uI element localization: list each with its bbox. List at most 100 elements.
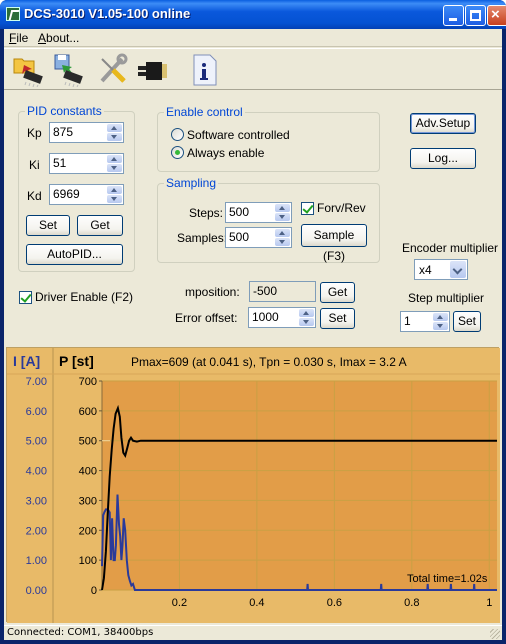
serial-connector-icon [138, 62, 167, 80]
spin-up-icon[interactable] [299, 309, 314, 317]
pid-set-button[interactable]: Set [26, 215, 70, 236]
forvrev-label[interactable]: Forv/Rev [317, 201, 366, 215]
menu-about-accel: A [38, 31, 47, 45]
ki-spinner[interactable] [107, 155, 122, 172]
ki-label: Ki [29, 158, 40, 172]
kp-label: Kp [27, 126, 42, 140]
steps-input[interactable]: 500 [225, 202, 292, 223]
spin-up-icon[interactable] [433, 313, 448, 321]
kp-spinner[interactable] [107, 124, 122, 141]
connect-button[interactable] [136, 53, 170, 87]
info-button[interactable] [188, 53, 222, 87]
adv-setup-button[interactable]: Adv.Setup [410, 113, 476, 134]
error-offset-spinner[interactable] [299, 309, 314, 326]
error-offset-set-button[interactable]: Set [320, 308, 355, 329]
pid-get-button[interactable]: Get [77, 215, 123, 236]
step-multiplier-label: Step multiplier [408, 291, 485, 305]
driver-enable-checkbox[interactable] [19, 291, 32, 304]
i-tick-label: 7.00 [26, 376, 47, 388]
spin-up-icon[interactable] [275, 229, 290, 237]
i-tick-label: 2.00 [26, 525, 47, 537]
client-area: File About... PID constants Kp 875 Ki 51… [4, 29, 502, 640]
menu-about[interactable]: About... [38, 31, 79, 45]
i-tick-label: 6.00 [26, 406, 47, 418]
step-multiplier-value: 1 [404, 314, 411, 328]
maximize-icon [470, 10, 481, 21]
step-multiplier-spinner[interactable] [433, 313, 448, 330]
response-chart: I [A] P [st] Pmax=609 (at 0.041 s), Tpn … [6, 347, 500, 623]
resize-grip[interactable] [490, 629, 500, 639]
status-bar: Connected: COM1, 38400bps [4, 625, 502, 640]
step-multiplier-input[interactable]: 1 [400, 311, 450, 332]
mposition-field: -500 [249, 281, 316, 302]
sampling-legend: Sampling [166, 176, 217, 190]
samples-input[interactable]: 500 [225, 227, 292, 248]
sample-button[interactable]: Sample (F3) [301, 224, 367, 263]
connection-status: Connected: COM1, 38400bps [7, 627, 154, 638]
kd-input[interactable]: 6969 [49, 184, 124, 205]
x-tick-label: 0.8 [404, 597, 419, 609]
p-tick-label: 0 [91, 585, 97, 597]
app-window: DCS-3010 V1.05-100 online × File About..… [0, 0, 506, 644]
app-icon [6, 7, 20, 21]
p-tick-label: 700 [79, 376, 97, 388]
steps-spinner[interactable] [275, 204, 290, 221]
steps-value: 500 [229, 205, 250, 219]
ki-input[interactable]: 51 [49, 153, 124, 174]
p-tick-label: 100 [79, 555, 97, 567]
step-multiplier-set-button[interactable]: Set [453, 311, 481, 332]
minimize-icon [449, 18, 457, 21]
always-enable-radio[interactable] [171, 146, 184, 159]
error-offset-input[interactable]: 1000 [248, 307, 316, 328]
spin-up-icon[interactable] [275, 204, 290, 212]
kp-value: 875 [53, 125, 74, 139]
error-offset-label: Error offset: [175, 311, 238, 325]
plot-area [102, 381, 497, 590]
spin-down-icon[interactable] [275, 213, 290, 221]
spin-down-icon[interactable] [107, 195, 122, 203]
error-offset-value: 1000 [252, 310, 279, 324]
menu-file[interactable]: File [9, 31, 28, 45]
samples-label: Samples: [177, 231, 228, 245]
title-bar[interactable]: DCS-3010 V1.05-100 online × [0, 0, 506, 29]
kp-input[interactable]: 875 [49, 122, 124, 143]
encoder-multiplier-select[interactable]: x4 [414, 259, 468, 280]
software-controlled-label[interactable]: Software controlled [187, 128, 290, 142]
spin-up-icon[interactable] [107, 186, 122, 194]
save-to-chip-button[interactable] [52, 53, 86, 88]
spin-down-icon[interactable] [299, 318, 314, 326]
log-button[interactable]: Log... [410, 148, 476, 169]
chevron-down-icon[interactable] [450, 261, 466, 278]
mposition-get-button[interactable]: Get [320, 282, 355, 303]
autopid-button[interactable]: AutoPID... [26, 244, 123, 265]
spin-down-icon[interactable] [107, 164, 122, 172]
driver-enable-label[interactable]: Driver Enable (F2) [35, 290, 133, 304]
p-tick-label: 400 [79, 466, 97, 478]
disk-to-chip-icon [54, 54, 83, 88]
toolbar [4, 48, 502, 90]
close-button[interactable]: × [487, 5, 506, 26]
spin-down-icon[interactable] [275, 238, 290, 246]
forvrev-checkbox[interactable] [301, 202, 314, 215]
spin-up-icon[interactable] [107, 124, 122, 132]
spin-down-icon[interactable] [107, 133, 122, 141]
kd-spinner[interactable] [107, 186, 122, 203]
maximize-button[interactable] [465, 5, 486, 26]
chart-title: Pmax=609 (at 0.041 s), Tpn = 0.030 s, Im… [131, 355, 407, 369]
software-controlled-radio[interactable] [171, 128, 184, 141]
settings-button[interactable] [96, 53, 130, 87]
minimize-button[interactable] [443, 5, 464, 26]
mposition-value: -500 [253, 284, 278, 298]
i-tick-label: 3.00 [26, 495, 47, 507]
position-axis-label: P [st] [59, 353, 94, 369]
x-tick-label: 0.6 [327, 597, 342, 609]
load-from-chip-button[interactable] [12, 53, 46, 88]
mposition-label: mposition: [185, 285, 240, 299]
always-enable-label[interactable]: Always enable [187, 146, 264, 160]
steps-label: Steps: [189, 206, 224, 220]
spin-up-icon[interactable] [107, 155, 122, 163]
i-tick-label: 5.00 [26, 436, 47, 448]
current-axis-label: I [A] [13, 353, 40, 369]
samples-spinner[interactable] [275, 229, 290, 246]
spin-down-icon[interactable] [433, 322, 448, 330]
